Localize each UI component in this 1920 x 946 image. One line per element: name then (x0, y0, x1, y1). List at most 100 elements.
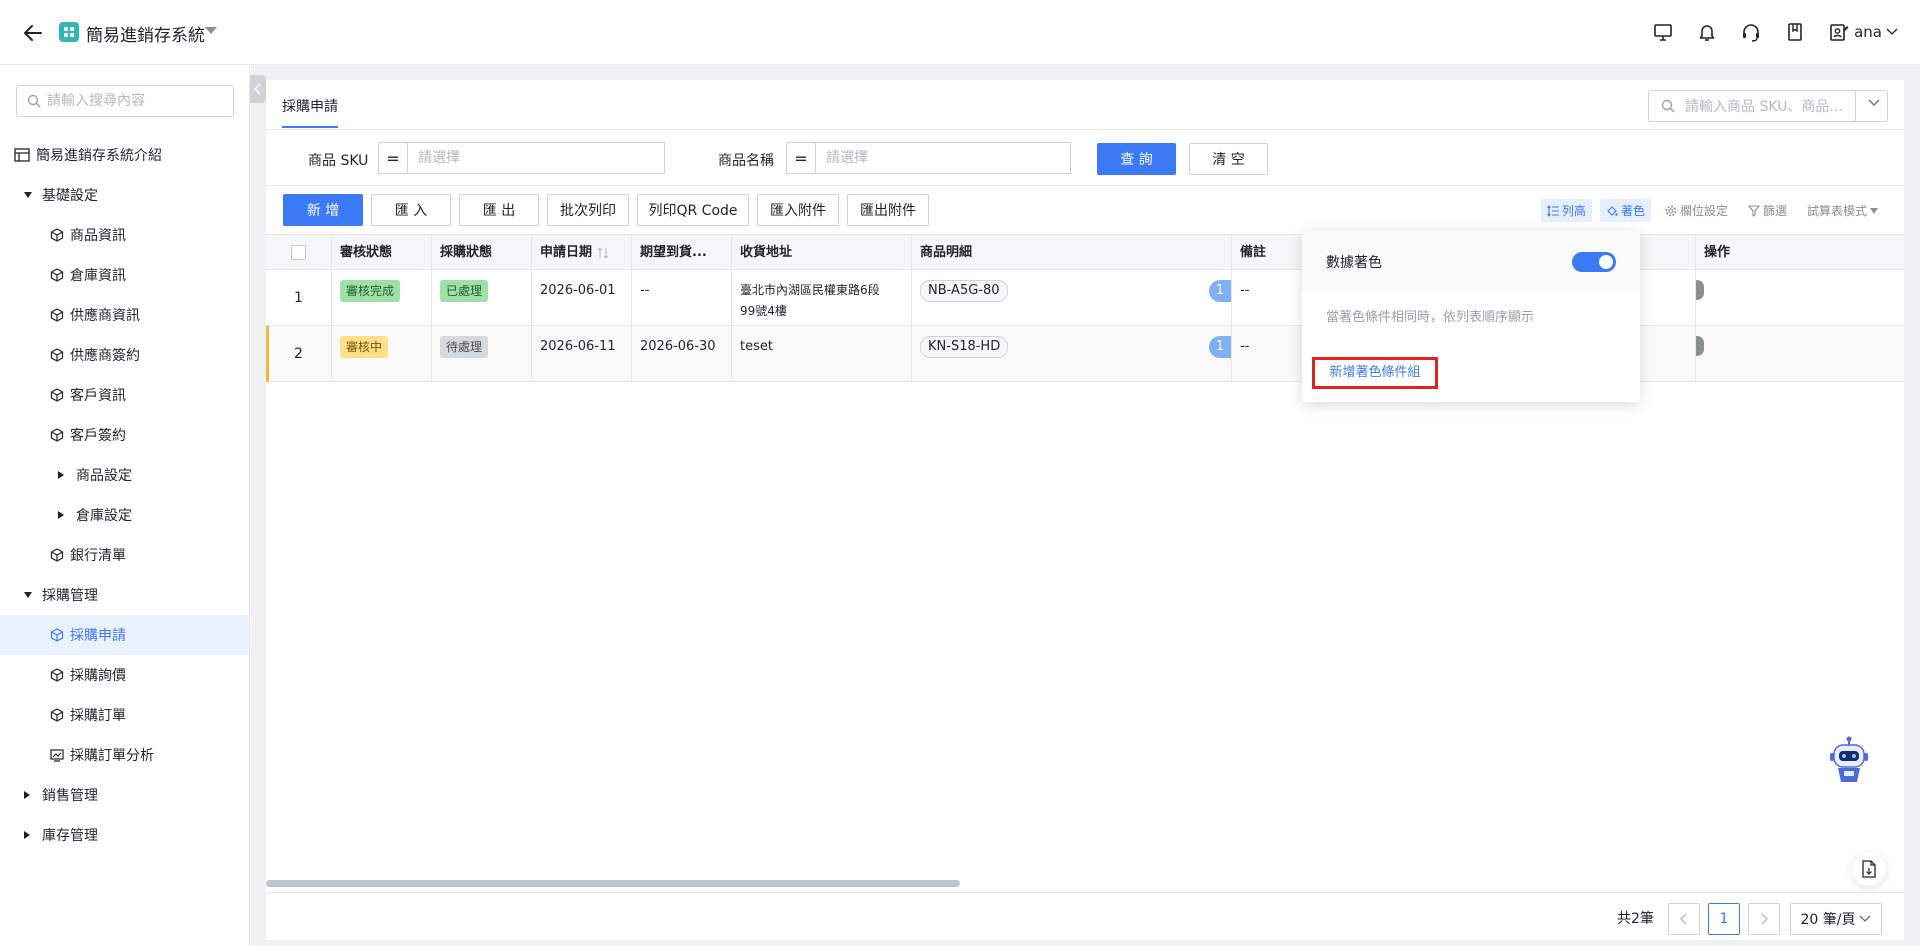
sidebar-group-inventory[interactable]: 庫存管理 (0, 815, 249, 855)
status-badge: 審核完成 (340, 280, 401, 302)
page-number-button[interactable]: 1 (1708, 903, 1740, 935)
sku-operator-select[interactable]: = (378, 142, 408, 174)
sidebar-item-suppliers[interactable]: 供應商資訊 (0, 295, 249, 335)
sort-icon[interactable] (597, 246, 609, 259)
user-menu[interactable]: ana (1854, 23, 1898, 41)
column-header[interactable]: 商品明細 (912, 235, 1232, 271)
page-size-select[interactable]: 20 筆/頁 (1790, 903, 1882, 935)
column-header[interactable]: 審核狀態 (332, 235, 432, 271)
app-title[interactable]: 簡易進銷存系統 (86, 21, 205, 46)
import-attachment-button[interactable]: 匯入附件 (757, 194, 839, 226)
filter-tool[interactable]: 篩選 (1742, 199, 1793, 222)
cube-icon (50, 668, 64, 682)
address-line: 99號4樓 (740, 304, 787, 318)
sidebar-group-label: 銷售管理 (42, 788, 98, 804)
clear-button[interactable]: 清 空 (1189, 143, 1268, 175)
column-settings-tool[interactable]: 欄位設定 (1659, 199, 1734, 222)
chevron-left-icon (1680, 913, 1688, 925)
coloring-toggle[interactable] (1572, 252, 1616, 272)
sidebar-item-customer-contracts[interactable]: 客戶簽約 (0, 415, 249, 455)
edit-profile-icon[interactable] (1828, 21, 1850, 43)
sidebar-item-purchase-request[interactable]: 採購申請 (0, 615, 249, 655)
sidebar-item-bank-list[interactable]: 銀行清單 (0, 535, 249, 575)
table-row[interactable]: 2 審核中 待處理 2026-06-11 2026-06-30 teset KN… (266, 326, 1904, 382)
page-size-label: 20 筆/頁 (1800, 912, 1856, 928)
add-coloring-condition-link[interactable]: 新增著色條件組 (1312, 357, 1438, 389)
sidebar-group-label: 採購管理 (42, 588, 98, 604)
select-all-checkbox[interactable] (291, 245, 306, 260)
batch-print-button[interactable]: 批次列印 (547, 194, 629, 226)
print-qr-button[interactable]: 列印QR Code (637, 194, 749, 226)
action-toolbar: 新 增 匯 入 匯 出 批次列印 列印QR Code 匯入附件 匯出附件 列高 … (266, 186, 1904, 238)
document-icon (1861, 860, 1877, 878)
sidebar-group-label: 基礎設定 (42, 188, 98, 204)
name-filter-input[interactable] (816, 142, 1071, 174)
sidebar-item-purchase-inquiry[interactable]: 採購詢價 (0, 655, 249, 695)
spreadsheet-mode-tool[interactable]: 試算表模式 (1801, 199, 1884, 222)
row-height-tool[interactable]: 列高 (1540, 199, 1592, 222)
sidebar-item-products[interactable]: 商品資訊 (0, 215, 249, 255)
sidebar-item-supplier-contracts[interactable]: 供應商簽約 (0, 335, 249, 375)
pagination: 共2筆 1 20 筆/頁 (266, 892, 1904, 940)
sidebar-item-warehouses[interactable]: 倉庫資訊 (0, 255, 249, 295)
column-header[interactable]: 收貨地址 (732, 235, 912, 271)
sidebar-item-customers[interactable]: 客戶資訊 (0, 375, 249, 415)
sidebar-item-label: 客戶資訊 (70, 388, 126, 404)
gear-icon (1665, 205, 1677, 217)
sidebar-subgroup-product-settings[interactable]: 商品設定 (0, 455, 249, 495)
action-indicator[interactable] (1696, 336, 1704, 356)
sidebar-search-input[interactable] (47, 90, 227, 112)
back-arrow-icon[interactable] (22, 22, 44, 44)
next-page-button[interactable] (1748, 903, 1780, 935)
sidebar-group-sales[interactable]: 銷售管理 (0, 775, 249, 815)
column-header[interactable]: 期望到貨... (632, 235, 732, 271)
action-indicator[interactable] (1696, 280, 1704, 300)
sidebar-subgroup-warehouse-settings[interactable]: 倉庫設定 (0, 495, 249, 535)
sku-tag[interactable]: KN-S18-HD (920, 336, 1009, 358)
assistant-robot-icon[interactable] (1826, 736, 1872, 786)
horizontal-scroll-thumb[interactable] (266, 880, 960, 887)
sidebar-group-purchase[interactable]: 採購管理 (0, 575, 249, 615)
query-button[interactable]: 查 詢 (1097, 143, 1176, 175)
quick-search-input[interactable] (1685, 96, 1850, 118)
coloring-tool[interactable]: 著色 (1599, 199, 1651, 222)
name-operator-select[interactable]: = (786, 142, 816, 174)
status-badge: 已處理 (440, 280, 489, 302)
table-row[interactable]: 1 審核完成 已處理 2026-06-01 -- 臺北市內湖區民權東路6段 99… (266, 270, 1904, 326)
headset-support-icon[interactable] (1740, 21, 1762, 43)
app-switch-caret-icon[interactable] (204, 26, 218, 36)
product-detail-cell: KN-S18-HD 1 (912, 326, 1232, 382)
quick-search-dropdown[interactable] (1855, 91, 1887, 121)
monitor-icon[interactable] (1652, 21, 1674, 43)
apply-date-cell: 2026-06-01 (532, 270, 632, 326)
book-icon[interactable] (1784, 21, 1806, 43)
sidebar-item-label: 商品資訊 (70, 228, 126, 244)
item-count-badge[interactable]: 1 (1209, 336, 1231, 358)
row-index: 2 (266, 326, 332, 382)
header-select-all (266, 235, 332, 271)
add-button[interactable]: 新 增 (283, 194, 363, 226)
document-float-button[interactable] (1852, 852, 1886, 886)
import-button[interactable]: 匯 入 (371, 194, 451, 226)
sidebar-item-intro[interactable]: 簡易進銷存系統介紹 (0, 135, 249, 175)
sidebar-item-purchase-order[interactable]: 採購訂單 (0, 695, 249, 735)
sidebar-group-basic[interactable]: 基礎設定 (0, 175, 249, 215)
sku-tag[interactable]: NB-A5G-80 (920, 280, 1008, 302)
column-header[interactable]: 操作 (1695, 235, 1904, 271)
bell-icon[interactable] (1696, 21, 1718, 43)
data-coloring-popover: 數據著色 當著色條件相同時，依列表順序顯示 新增著色條件組 (1302, 230, 1640, 402)
sidebar-item-purchase-order-analysis[interactable]: 採購訂單分析 (0, 735, 249, 775)
prev-page-button[interactable] (1668, 903, 1700, 935)
export-attachment-button[interactable]: 匯出附件 (847, 194, 929, 226)
item-count-badge[interactable]: 1 (1209, 280, 1231, 302)
tab-purchase-request[interactable]: 採購申請 (282, 96, 338, 128)
address-cell: 臺北市內湖區民權東路6段 99號4樓 (732, 270, 912, 326)
column-header-apply-date[interactable]: 申請日期 (532, 235, 632, 271)
sidebar-item-label: 採購訂單分析 (70, 748, 154, 764)
sku-filter-input[interactable] (408, 142, 665, 174)
column-header[interactable]: 採購狀態 (432, 235, 532, 271)
sidebar-collapse-toggle[interactable] (250, 75, 266, 103)
row-height-icon (1546, 204, 1559, 217)
horizontal-scrollbar (266, 879, 1904, 889)
export-button[interactable]: 匯 出 (459, 194, 539, 226)
